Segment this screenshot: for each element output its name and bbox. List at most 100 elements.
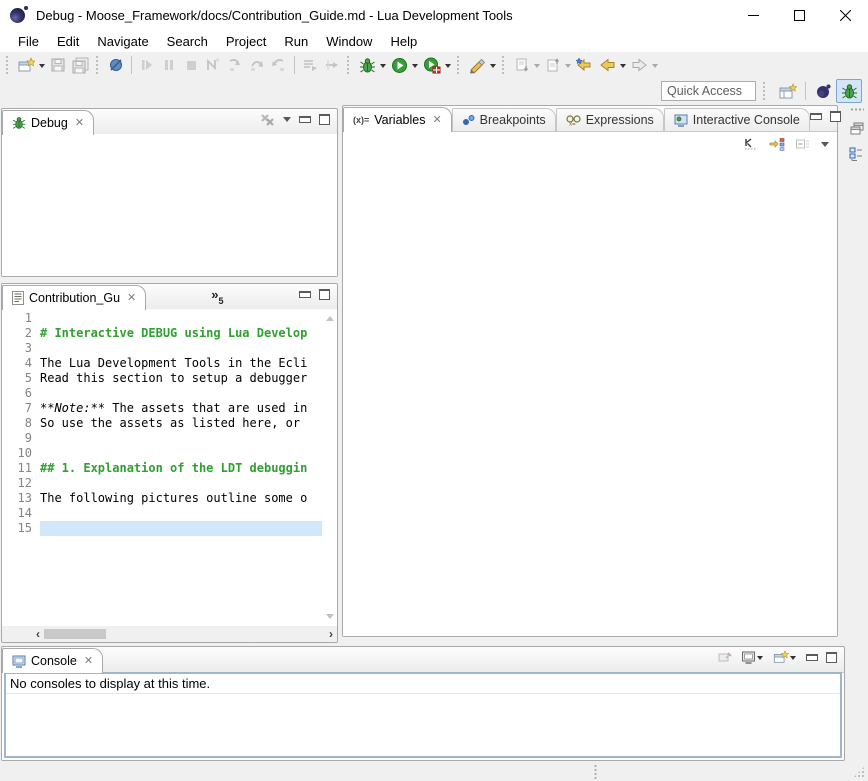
restore-view-button[interactable]	[848, 119, 866, 137]
console-body[interactable]: No consoles to display at this time.	[4, 672, 842, 758]
next-annotation-icon	[514, 57, 530, 73]
forward-button	[628, 53, 651, 77]
window-resize-grip[interactable]	[853, 766, 865, 778]
next-annotation-button[interactable]	[511, 53, 533, 77]
status-trim-drag-handle[interactable]	[594, 764, 597, 779]
display-selected-console-icon	[741, 651, 756, 664]
last-edit-location-button[interactable]	[573, 53, 596, 77]
editor-horizontal-scrollbar[interactable]: ‹ ›	[2, 626, 337, 642]
step-return-button	[268, 53, 290, 77]
debug-perspective-button[interactable]	[836, 79, 862, 103]
coverage-button[interactable]	[420, 53, 444, 77]
debug-view-maximize-icon[interactable]	[319, 114, 330, 125]
quick-access-input[interactable]	[661, 81, 756, 101]
menu-search[interactable]: Search	[158, 32, 217, 51]
forward-dropdown[interactable]	[652, 64, 658, 71]
debug-view-minimize-icon[interactable]	[299, 116, 311, 123]
maximize-window-button[interactable]	[776, 0, 822, 30]
open-console-button[interactable]	[773, 650, 798, 665]
new-wizard-dropdown[interactable]	[39, 64, 45, 71]
lua-perspective-button[interactable]	[810, 79, 836, 103]
code-line	[40, 506, 322, 521]
debug-view-header: Debug ✕	[2, 109, 337, 135]
external-tools-dropdown[interactable]	[490, 64, 496, 71]
save-all-button[interactable]	[69, 53, 92, 77]
menu-project[interactable]: Project	[217, 32, 275, 51]
tab-debug[interactable]: Debug ✕	[2, 110, 94, 135]
minimize-window-button[interactable]	[730, 0, 776, 30]
forward-arrow-icon	[631, 57, 648, 73]
next-annotation-dropdown[interactable]	[534, 64, 540, 71]
display-selected-console-dropdown[interactable]	[757, 656, 763, 663]
hidden-editors-chevron-icon: »	[211, 290, 218, 300]
step-return-icon	[271, 57, 287, 73]
title-bar: Debug - Moose_Framework/docs/Contributio…	[0, 0, 868, 30]
code-line	[40, 386, 322, 401]
tab-variables-close-icon[interactable]: ✕	[432, 115, 441, 126]
drop-to-frame-button	[299, 53, 321, 77]
terminate-button	[180, 53, 202, 77]
show-type-names-icon[interactable]	[743, 137, 759, 151]
previous-annotation-button[interactable]	[542, 53, 564, 77]
skip-all-breakpoints-button[interactable]	[105, 53, 127, 77]
external-tools-button[interactable]	[466, 53, 489, 77]
tab-variables[interactable]: (x)= Variables ✕	[343, 107, 452, 132]
tab-breakpoints-label: Breakpoints	[480, 113, 546, 127]
scroll-right-icon[interactable]: ›	[329, 626, 333, 642]
tab-console-close-icon[interactable]: ✕	[84, 656, 93, 667]
new-wizard-button[interactable]	[15, 53, 38, 77]
console-maximize-icon[interactable]	[826, 652, 837, 663]
run-button[interactable]	[388, 53, 411, 77]
coverage-dropdown[interactable]	[445, 64, 451, 71]
editor-vertical-scrollbar[interactable]	[322, 309, 337, 626]
menu-file[interactable]: File	[9, 32, 48, 51]
debug-dropdown[interactable]	[380, 64, 386, 71]
open-perspective-button[interactable]	[775, 79, 801, 103]
save-icon	[50, 57, 66, 73]
open-console-dropdown[interactable]	[790, 656, 796, 663]
code-area[interactable]: # Interactive DEBUG using Lua Develop Th…	[40, 309, 322, 626]
tab-breakpoints[interactable]: Breakpoints	[452, 108, 556, 131]
hidden-editors-indicator[interactable]: » 5	[211, 290, 223, 309]
trim-drag-handle[interactable]	[850, 108, 864, 111]
scroll-left-icon[interactable]: ‹	[36, 626, 40, 642]
back-dropdown[interactable]	[620, 64, 626, 71]
horizontal-scroll-thumb[interactable]	[44, 629, 106, 639]
tab-debug-close-icon[interactable]: ✕	[75, 118, 84, 129]
scroll-down-icon[interactable]	[326, 614, 334, 623]
close-window-button[interactable]	[822, 0, 868, 30]
back-button[interactable]	[596, 53, 619, 77]
collapse-all-icon[interactable]	[795, 137, 811, 151]
show-logical-structures-icon[interactable]	[769, 137, 785, 151]
variables-maximize-icon[interactable]	[830, 111, 841, 122]
editor-maximize-icon[interactable]	[319, 289, 330, 300]
outline-view-icon	[849, 147, 864, 162]
variables-view-menu-icon[interactable]	[821, 142, 829, 151]
variables-body[interactable]	[343, 155, 837, 636]
console-minimize-icon[interactable]	[806, 654, 818, 661]
save-button[interactable]	[47, 53, 69, 77]
run-dropdown[interactable]	[412, 64, 418, 71]
debug-view-menu-icon[interactable]	[283, 117, 291, 126]
scroll-up-icon[interactable]	[326, 312, 334, 321]
menu-navigate[interactable]: Navigate	[88, 32, 157, 51]
ldt-sphere-icon	[10, 8, 25, 23]
toolbar-drag-handle	[763, 82, 768, 100]
variables-minimize-icon[interactable]	[810, 113, 822, 120]
tab-contribution-guide-close-icon[interactable]: ✕	[127, 293, 136, 304]
display-selected-console-button[interactable]	[741, 651, 765, 664]
tab-expressions[interactable]: x= Expressions	[556, 108, 664, 131]
debug-button[interactable]	[356, 53, 379, 77]
tab-console[interactable]: Console ✕	[2, 648, 103, 673]
tab-contribution-guide[interactable]: Contribution_Gu ✕	[2, 285, 146, 310]
debug-view-bug-icon	[12, 116, 26, 130]
menu-window[interactable]: Window	[317, 32, 381, 51]
menu-run[interactable]: Run	[275, 32, 317, 51]
tab-interactive-console[interactable]: Interactive Console	[664, 108, 810, 131]
outline-view-button[interactable]	[848, 145, 866, 163]
editor-minimize-icon[interactable]	[299, 291, 311, 298]
code-line-current	[40, 521, 322, 536]
previous-annotation-dropdown[interactable]	[565, 64, 571, 71]
menu-help[interactable]: Help	[381, 32, 426, 51]
menu-edit[interactable]: Edit	[48, 32, 88, 51]
